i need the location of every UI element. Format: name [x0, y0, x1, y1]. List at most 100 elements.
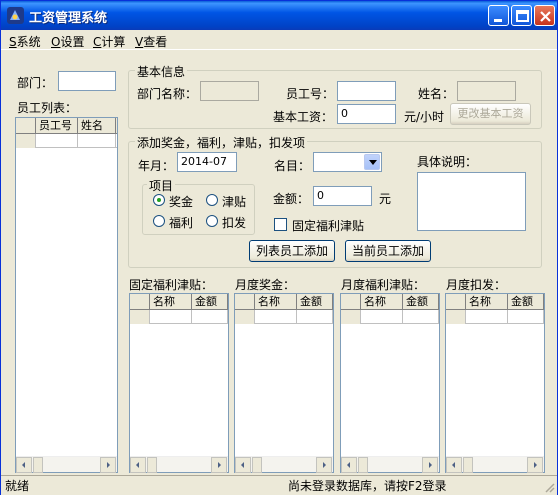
column-amount[interactable]: 金额	[192, 294, 228, 310]
maximize-button[interactable]	[511, 5, 532, 26]
scroll-left-icon[interactable]	[235, 457, 251, 473]
scroll-right-icon[interactable]	[100, 457, 116, 473]
chevron-down-icon[interactable]	[364, 154, 380, 170]
detail-textarea[interactable]	[417, 172, 526, 231]
name-label: 姓名：	[418, 87, 455, 101]
menu-calculate-label: 计算	[101, 35, 126, 49]
detail-label: 具体说明：	[417, 155, 478, 169]
grid-monthly-deduction[interactable]: 名称 金额	[445, 293, 545, 473]
table-row[interactable]	[130, 310, 228, 324]
year-month-input[interactable]: 2014-07	[177, 152, 237, 172]
base-salary-input[interactable]: 0	[337, 104, 396, 124]
column-employee-no[interactable]: 员工号	[36, 118, 78, 134]
row-header-cell	[235, 294, 255, 310]
radio-deduction[interactable]	[206, 215, 218, 227]
employee-list-hscroll[interactable]	[16, 456, 117, 473]
employee-list-header: 员工号 姓名	[16, 118, 117, 134]
scroll-right-icon[interactable]	[211, 457, 227, 473]
scroll-left-icon[interactable]	[130, 457, 146, 473]
table-row[interactable]	[446, 310, 544, 324]
column-amount[interactable]: 金额	[297, 294, 333, 310]
current-employee-add-button[interactable]: 当前员工添加	[345, 240, 431, 262]
grid-header: 名称 金额	[341, 294, 439, 310]
window-title: 工资管理系统	[29, 11, 108, 26]
radio-allowance-label: 津贴	[222, 195, 247, 209]
grid-fixed-welfare-title: 固定福利津贴：	[129, 278, 214, 292]
column-name[interactable]: 名称	[255, 294, 297, 310]
employee-no-label: 员工号：	[286, 87, 335, 101]
menu-system[interactable]: S系统	[9, 33, 41, 50]
dept-label: 部门：	[17, 76, 54, 90]
column-employee-name[interactable]: 姓名	[78, 118, 116, 134]
status-db-message: 尚未登录数据库，请按F2登录	[288, 479, 447, 493]
grid-monthly-bonus-title: 月度奖金：	[235, 278, 296, 292]
scroll-right-icon[interactable]	[422, 457, 438, 473]
scroll-right-icon[interactable]	[316, 457, 332, 473]
row-header-cell	[446, 294, 466, 310]
item-name-select[interactable]	[313, 152, 382, 172]
employee-no-input[interactable]	[337, 81, 396, 101]
scroll-thumb[interactable]	[358, 457, 368, 473]
table-row[interactable]	[235, 310, 333, 324]
dept-input[interactable]	[58, 71, 116, 91]
list-employee-add-button[interactable]: 列表员工添加	[249, 240, 335, 262]
grid-hscroll[interactable]	[235, 456, 333, 473]
scroll-right-icon[interactable]	[527, 457, 543, 473]
grid-fixed-welfare[interactable]: 名称 金额	[129, 293, 229, 473]
scroll-left-icon[interactable]	[341, 457, 357, 473]
column-name[interactable]: 名称	[361, 294, 403, 310]
radio-bonus[interactable]	[153, 194, 165, 206]
item-name-label: 名目：	[274, 159, 311, 173]
base-salary-label: 基本工资：	[273, 110, 334, 124]
menu-view-label: 查看	[143, 35, 168, 49]
grid-hscroll[interactable]	[446, 456, 544, 473]
amount-label: 金额：	[273, 192, 310, 206]
column-name[interactable]: 名称	[150, 294, 192, 310]
column-amount[interactable]: 金额	[508, 294, 544, 310]
column-amount[interactable]: 金额	[403, 294, 439, 310]
status-bar: 就绪 尚未登录数据库，请按F2登录	[1, 475, 557, 495]
dept-name-field	[200, 81, 259, 101]
menu-bar: S系统 O设置 C计算 V查看	[1, 30, 557, 50]
scroll-left-icon[interactable]	[16, 457, 32, 473]
dept-name-label: 部门名称：	[137, 87, 198, 101]
row-header-cell	[16, 118, 36, 134]
close-button[interactable]	[534, 5, 555, 26]
fixed-welfare-label: 固定福利津贴	[292, 219, 365, 233]
scroll-thumb[interactable]	[252, 457, 262, 473]
scroll-thumb[interactable]	[33, 457, 43, 473]
menu-view[interactable]: V查看	[135, 33, 167, 50]
grid-monthly-welfare[interactable]: 名称 金额	[340, 293, 440, 473]
grid-header: 名称 金额	[446, 294, 544, 310]
menu-calculate[interactable]: C计算	[93, 33, 125, 50]
grid-monthly-bonus[interactable]: 名称 金额	[234, 293, 334, 473]
employee-list[interactable]: 员工号 姓名	[15, 117, 118, 473]
grid-monthly-welfare-title: 月度福利津贴：	[341, 278, 426, 292]
scroll-thumb[interactable]	[463, 457, 473, 473]
grid-header: 名称 金额	[235, 294, 333, 310]
menu-settings-label: 设置	[60, 35, 85, 49]
amount-input[interactable]: 0	[313, 186, 372, 206]
change-base-salary-button[interactable]: 更改基本工资	[450, 103, 531, 125]
grid-hscroll[interactable]	[130, 456, 228, 473]
radio-bonus-label: 奖金	[169, 195, 194, 209]
column-name[interactable]: 名称	[466, 294, 508, 310]
radio-welfare[interactable]	[153, 215, 165, 227]
scroll-left-icon[interactable]	[446, 457, 462, 473]
radio-welfare-label: 福利	[169, 216, 194, 230]
table-row[interactable]	[341, 310, 439, 324]
year-month-label: 年月：	[138, 159, 175, 173]
amount-unit: 元	[379, 192, 392, 206]
minimize-button[interactable]	[488, 5, 509, 26]
table-row[interactable]	[16, 134, 117, 148]
grid-hscroll[interactable]	[341, 456, 439, 473]
menu-settings[interactable]: O设置	[51, 33, 84, 50]
employee-list-label: 员工列表：	[17, 101, 78, 115]
scroll-thumb[interactable]	[147, 457, 157, 473]
radio-allowance[interactable]	[206, 194, 218, 206]
radio-deduction-label: 扣发	[222, 216, 247, 230]
title-bar[interactable]: 工资管理系统	[1, 1, 557, 30]
fixed-welfare-checkbox[interactable]	[274, 218, 287, 231]
row-header-cell	[341, 294, 361, 310]
status-ready: 就绪	[5, 479, 30, 493]
